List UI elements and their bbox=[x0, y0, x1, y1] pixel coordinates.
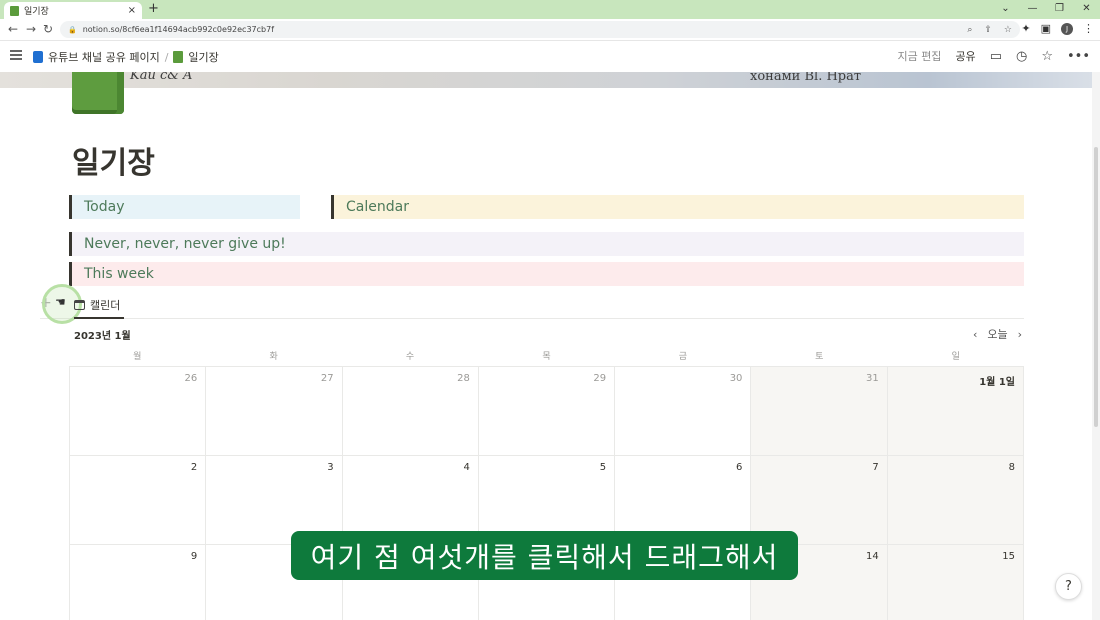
calendar-day-cell[interactable]: 2 bbox=[70, 456, 207, 545]
day-number: 9 bbox=[190, 551, 198, 562]
day-number: 27 bbox=[320, 373, 334, 384]
new-tab-button[interactable]: + bbox=[148, 1, 159, 16]
weekday-label: 토 bbox=[815, 352, 824, 362]
calendar-day-cell[interactable]: 26 bbox=[70, 367, 207, 456]
forward-icon[interactable]: → bbox=[26, 22, 36, 36]
video-subtitle: 여기 점 여섯개를 클릭해서 드래그해서 bbox=[291, 531, 798, 580]
tab-calendar-view[interactable]: 캘린더 bbox=[74, 292, 125, 319]
calendar-icon bbox=[74, 299, 85, 310]
page-cover-image: Kau c& A хонами Bl. Нрат bbox=[0, 72, 1092, 88]
day-number: 8 bbox=[1008, 462, 1015, 473]
bookmark-star-icon[interactable]: ☆ bbox=[1004, 25, 1012, 35]
browser-tab[interactable]: 일기장 × bbox=[4, 2, 142, 19]
drag-handle-icon[interactable]: ☚ bbox=[55, 295, 66, 309]
weekday-header: 월 화 수 목 금 토 일 bbox=[69, 349, 1024, 363]
chevron-right-icon[interactable]: › bbox=[1018, 328, 1022, 341]
calendar-day-cell[interactable]: 15 bbox=[887, 545, 1024, 620]
calendar-day-cell[interactable]: 28 bbox=[342, 367, 479, 456]
day-number: 15 bbox=[1002, 551, 1015, 562]
calendar-day-cell[interactable]: 9 bbox=[70, 545, 207, 620]
lock-icon: 🔒 bbox=[68, 25, 77, 34]
browser-menu-icon[interactable]: ⋮ bbox=[1083, 22, 1094, 35]
comment-icon[interactable]: ▭ bbox=[990, 49, 1002, 64]
extensions-icon[interactable]: ✦ bbox=[1021, 22, 1030, 35]
reload-icon[interactable]: ↻ bbox=[43, 22, 53, 36]
tab-close-icon[interactable]: × bbox=[128, 5, 136, 16]
day-number: 30 bbox=[729, 373, 743, 384]
share-page-icon[interactable]: ⇪ bbox=[984, 25, 992, 35]
sidebar-menu-icon[interactable] bbox=[10, 50, 22, 60]
day-number: 29 bbox=[593, 373, 607, 384]
calendar-grid: 26 27 28 29 30 31 1월 1일 2 3 4 5 6 7 8 9 … bbox=[69, 366, 1024, 620]
calendar-day-cell[interactable]: 1월 1일 bbox=[887, 367, 1024, 456]
view-label: 캘린더 bbox=[90, 298, 121, 312]
calendar-day-cell[interactable]: 30 bbox=[615, 367, 752, 456]
weekday-label: 화 bbox=[269, 352, 278, 362]
database-view-bar: + ☚ 캘린더 bbox=[40, 284, 1024, 324]
breadcrumb-item-share-page[interactable]: 유튜브 채널 공유 페이지 bbox=[48, 49, 160, 65]
more-options-icon[interactable]: ••• bbox=[1067, 49, 1090, 64]
weekday-label: 목 bbox=[542, 352, 551, 362]
callout-calendar[interactable]: Calendar bbox=[331, 195, 1024, 219]
weekday-label: 월 bbox=[133, 352, 142, 362]
breadcrumb-separator: / bbox=[164, 50, 169, 64]
close-window-button[interactable]: ✕ bbox=[1073, 0, 1100, 19]
cover-text: хонами Bl. Нрат bbox=[750, 72, 862, 84]
month-label: 2023년 1월 bbox=[74, 331, 131, 342]
notion-topbar: 유튜브 채널 공유 페이지 / 일기장 지금 편집 공유 ▭ ◷ ☆ ••• bbox=[0, 41, 1100, 72]
callout-quote[interactable]: Never, never, never give up! bbox=[69, 232, 1024, 256]
back-icon[interactable]: ← bbox=[8, 22, 18, 36]
scrollbar[interactable] bbox=[1092, 72, 1100, 620]
edit-time-label: 지금 편집 bbox=[897, 50, 942, 63]
scrollbar-thumb[interactable] bbox=[1094, 147, 1098, 427]
browser-toolbar: ← → ↻ 🔒 notion.so/8cf6ea1f14694acb992c0e… bbox=[0, 19, 1100, 41]
breadcrumb-item-diary[interactable]: 일기장 bbox=[188, 49, 218, 65]
side-panel-icon[interactable]: ▣ bbox=[1041, 22, 1051, 35]
tab-search-icon[interactable]: ⌄ bbox=[992, 0, 1019, 19]
profile-avatar[interactable]: J bbox=[1061, 22, 1073, 35]
day-number: 5 bbox=[599, 462, 607, 473]
day-number: 1월 1일 bbox=[979, 377, 1015, 388]
url-text: notion.so/8cf6ea1f14694acb992c0e92ec37cb… bbox=[82, 25, 275, 34]
day-number: 14 bbox=[865, 551, 879, 562]
notion-page-favicon bbox=[10, 5, 19, 16]
maximize-button[interactable]: ❐ bbox=[1046, 0, 1073, 19]
day-number: 6 bbox=[736, 462, 743, 473]
today-button[interactable]: 오늘 bbox=[987, 326, 1007, 342]
calendar-day-cell[interactable]: 31 bbox=[751, 367, 888, 456]
day-number: 28 bbox=[457, 373, 470, 384]
window-controls: ⌄ — ❐ ✕ bbox=[992, 0, 1100, 19]
help-button[interactable]: ? bbox=[1055, 573, 1082, 600]
calendar-day-cell[interactable]: 27 bbox=[206, 367, 343, 456]
chevron-left-icon[interactable]: ‹ bbox=[973, 328, 977, 341]
address-bar[interactable]: 🔒 notion.so/8cf6ea1f14694acb992c0e92ec37… bbox=[60, 21, 1020, 38]
tab-title: 일기장 bbox=[24, 7, 49, 17]
month-navigation: ‹ 오늘 › bbox=[973, 326, 1022, 342]
day-number: 3 bbox=[327, 462, 334, 473]
share-button[interactable]: 공유 bbox=[955, 48, 975, 64]
history-clock-icon[interactable]: ◷ bbox=[1016, 49, 1027, 64]
zoom-icon[interactable]: ⌕ bbox=[967, 25, 972, 35]
day-number: 7 bbox=[872, 462, 879, 473]
breadcrumb: 유튜브 채널 공유 페이지 / 일기장 bbox=[33, 49, 219, 65]
favorite-star-icon[interactable]: ☆ bbox=[1041, 49, 1053, 64]
book-icon[interactable] bbox=[72, 72, 124, 114]
weekday-label: 금 bbox=[678, 352, 688, 362]
callout-this-week[interactable]: This week bbox=[69, 262, 1024, 286]
callout-today[interactable]: Today bbox=[69, 195, 300, 219]
page-title[interactable]: 일기장 bbox=[72, 138, 155, 182]
day-number: 2 bbox=[190, 462, 198, 473]
browser-tab-bar: 일기장 × + ⌄ — ❐ ✕ bbox=[0, 0, 1100, 19]
calendar-day-cell[interactable]: 8 bbox=[887, 456, 1024, 545]
calendar-day-cell[interactable]: 29 bbox=[478, 367, 616, 456]
day-number: 26 bbox=[184, 373, 198, 384]
cover-text: Kau c& A bbox=[130, 72, 193, 83]
minimize-button[interactable]: — bbox=[1019, 0, 1046, 19]
day-number: 31 bbox=[865, 373, 879, 384]
weekday-label: 수 bbox=[405, 352, 415, 362]
phone-icon bbox=[33, 51, 43, 63]
day-number: 4 bbox=[463, 462, 470, 473]
book-icon bbox=[173, 51, 184, 63]
weekday-label: 일 bbox=[951, 352, 960, 362]
